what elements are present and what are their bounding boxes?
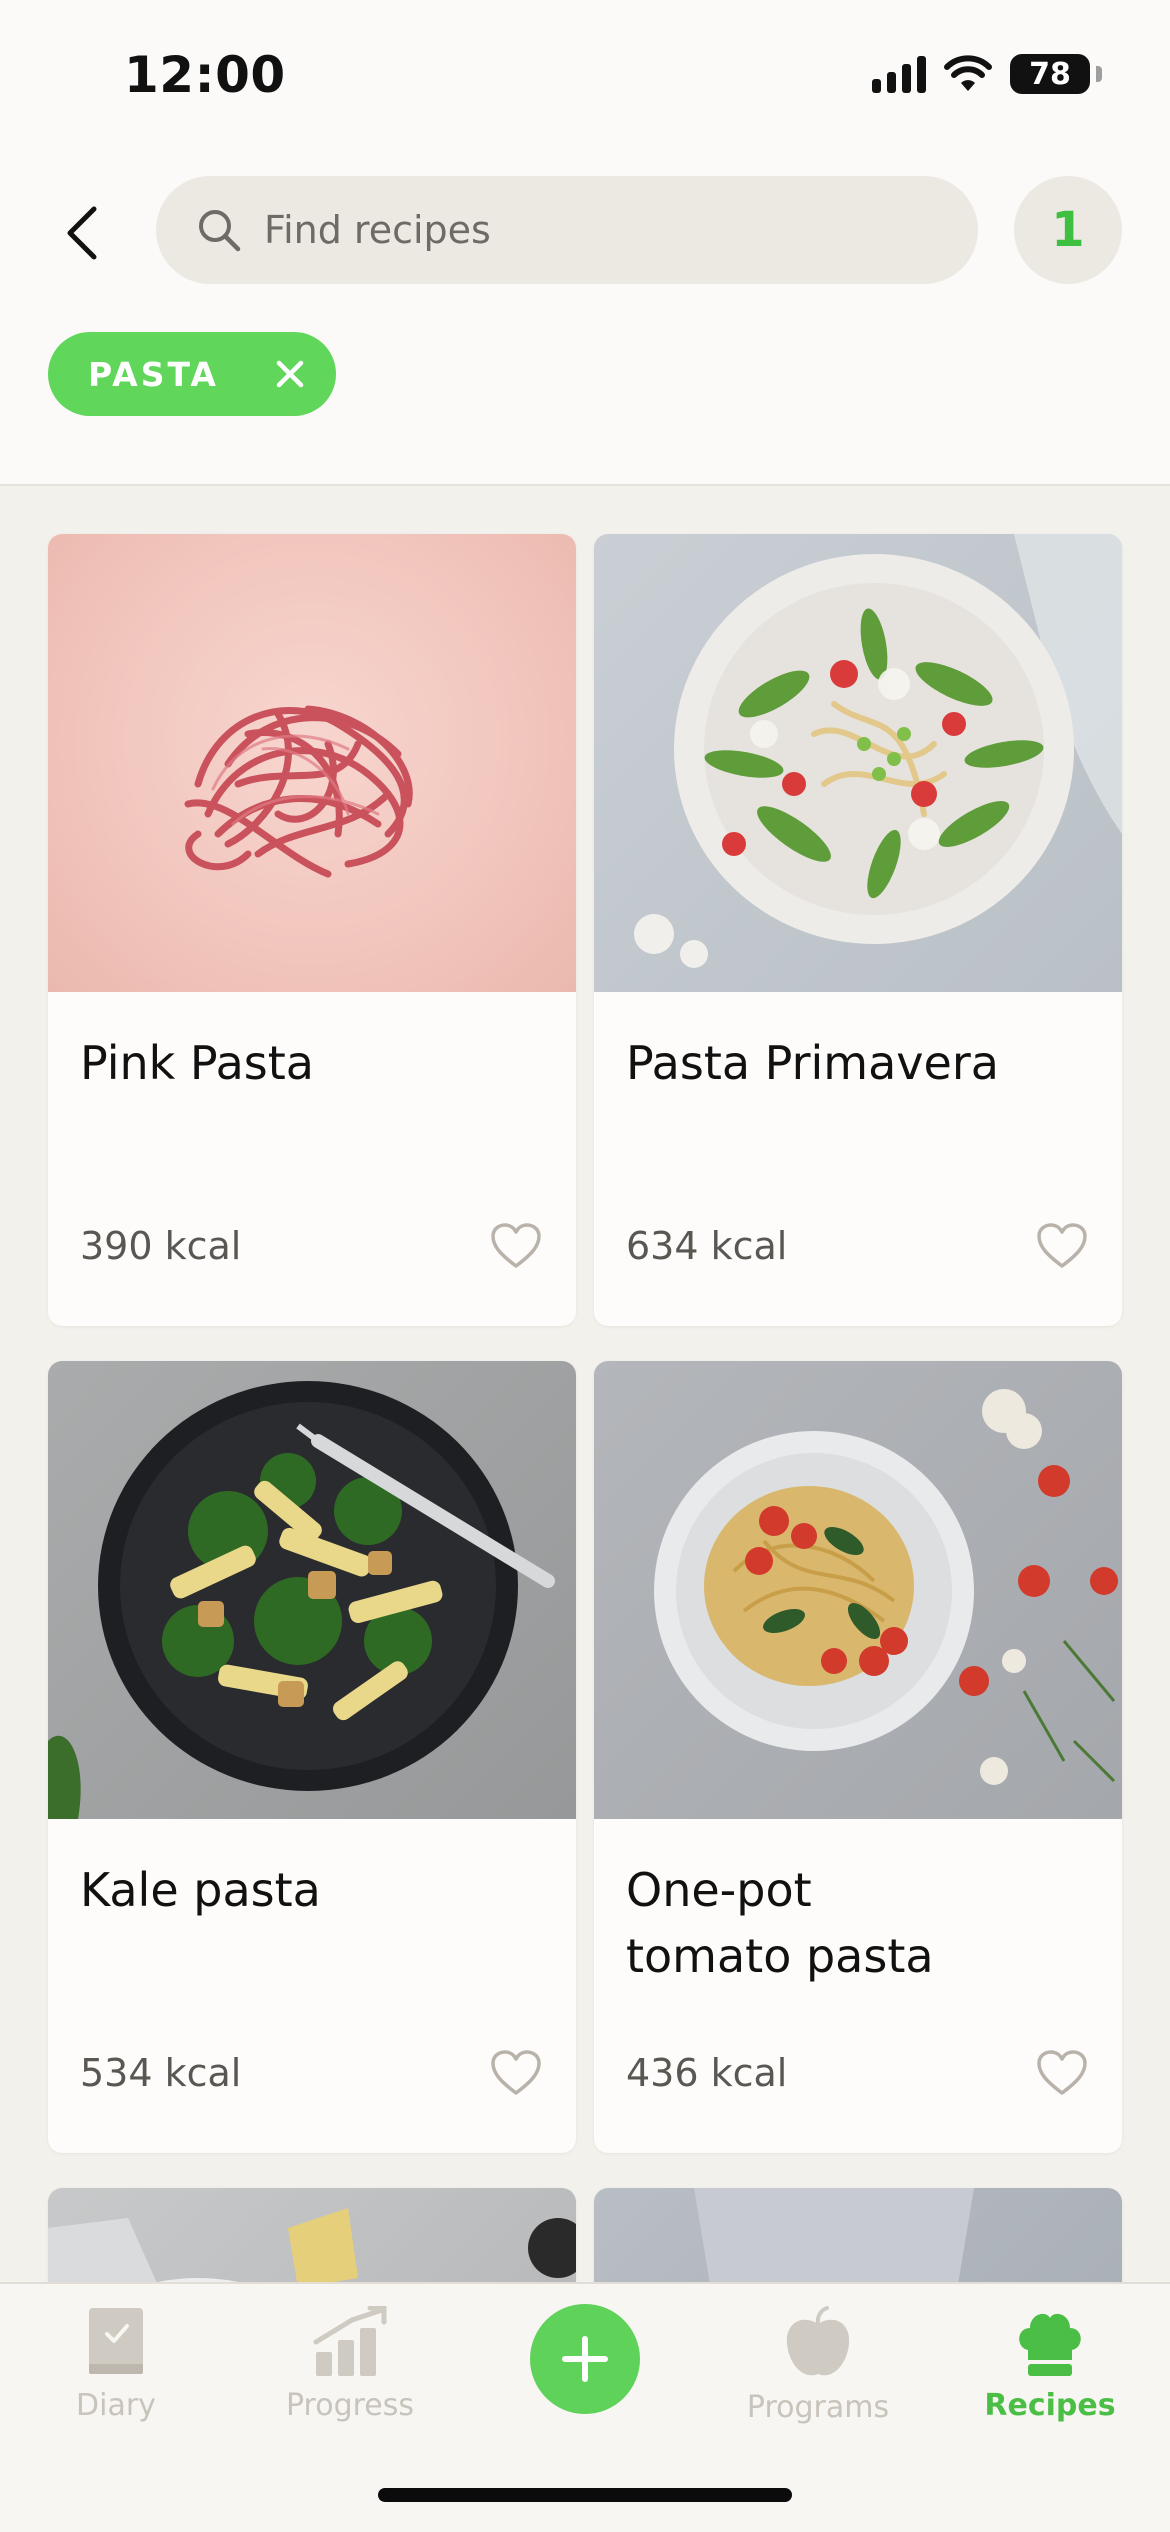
recipe-calories: 634 kcal — [626, 1224, 788, 1268]
apple-icon — [786, 2306, 850, 2376]
recipe-calories: 390 kcal — [80, 1224, 242, 1268]
home-indicator — [378, 2488, 792, 2502]
filter-chip-label: PASTA — [88, 354, 219, 394]
progress-chart-icon — [313, 2306, 387, 2376]
recipe-card[interactable]: Kale pasta 534 kcal — [48, 1361, 576, 2153]
battery-icon: 78 — [1010, 54, 1102, 94]
favorite-heart-icon[interactable] — [490, 1222, 542, 1270]
recipe-title: Pink Pasta — [80, 1036, 314, 1090]
favorite-heart-icon[interactable] — [1036, 1222, 1088, 1270]
tab-label: Diary — [76, 2388, 156, 2423]
search-icon — [199, 210, 241, 252]
plus-icon — [562, 2336, 608, 2382]
recipe-calories: 534 kcal — [80, 2051, 242, 2095]
cellular-signal-icon — [872, 55, 926, 93]
add-button[interactable] — [530, 2304, 640, 2414]
recipe-image — [594, 1361, 1122, 1819]
top-header: 12:00 78 1 PASTA — [0, 0, 1170, 486]
tab-progress[interactable]: Progress — [240, 2306, 460, 2423]
filter-count-button[interactable]: 1 — [1014, 176, 1122, 284]
back-button[interactable] — [52, 198, 112, 268]
filter-chip-pasta[interactable]: PASTA — [48, 332, 336, 416]
recipe-title: One-pot tomato pasta — [626, 1863, 934, 1983]
tab-programs[interactable]: Programs — [708, 2306, 928, 2425]
recipe-calories: 436 kcal — [626, 2051, 788, 2095]
status-icons: 78 — [872, 54, 1102, 94]
favorite-heart-icon[interactable] — [490, 2049, 542, 2097]
favorite-heart-icon[interactable] — [1036, 2049, 1088, 2097]
tab-label: Programs — [746, 2390, 890, 2425]
recipe-image — [594, 534, 1122, 992]
chef-hat-icon — [1019, 2313, 1081, 2376]
search-input[interactable] — [264, 208, 944, 252]
status-time: 12:00 — [124, 46, 286, 104]
chevron-left-icon — [67, 206, 97, 260]
tab-recipes[interactable]: Recipes — [940, 2306, 1160, 2423]
recipe-title: Pasta Primavera — [626, 1036, 999, 1090]
search-bar[interactable] — [156, 176, 978, 284]
close-icon[interactable] — [275, 359, 305, 389]
recipe-card[interactable]: Pink Pasta 390 kcal — [48, 534, 576, 1326]
recipe-image — [48, 1361, 576, 1819]
tab-diary[interactable]: Diary — [6, 2306, 226, 2423]
wifi-icon — [944, 55, 992, 91]
recipe-card[interactable]: Pasta Primavera 634 kcal — [594, 534, 1122, 1326]
recipe-title: Kale pasta — [80, 1863, 321, 1917]
recipe-image — [48, 534, 576, 992]
recipe-card[interactable]: One-pot tomato pasta 436 kcal — [594, 1361, 1122, 2153]
tab-label: Recipes — [984, 2388, 1116, 2423]
tab-label: Progress — [285, 2388, 415, 2423]
diary-book-icon — [89, 2308, 143, 2374]
